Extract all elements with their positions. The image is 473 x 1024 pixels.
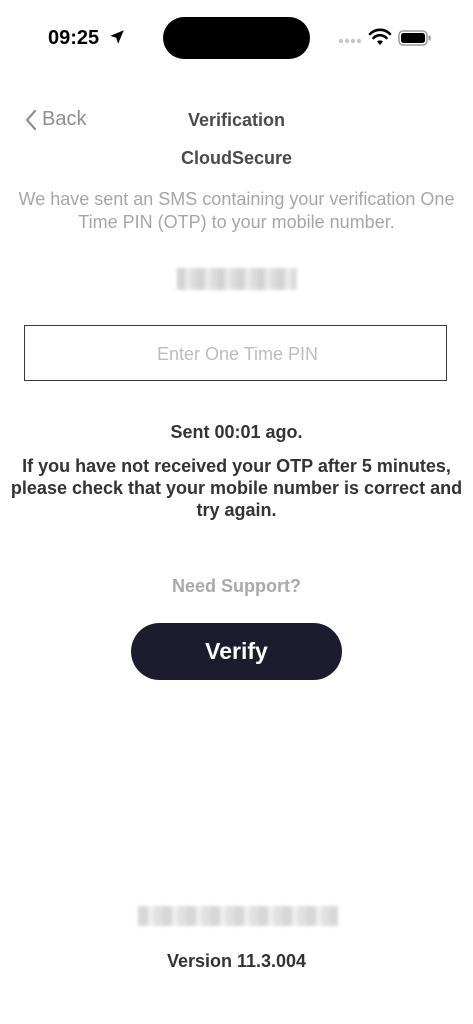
verification-screen: 09:25 Back Verification CloudSecure We h… [0, 0, 473, 1024]
sent-timer-text: Sent 00:01 ago. [170, 422, 303, 442]
sms-info-text: We have sent an SMS containing your veri… [18, 189, 455, 232]
masked-mobile-number [177, 268, 297, 290]
app-name: CloudSecure [180, 148, 293, 168]
verify-button[interactable]: Verify [131, 623, 342, 680]
battery-icon [398, 30, 431, 46]
version-text: Version 11.3.004 [166, 951, 307, 971]
dynamic-island [163, 17, 310, 59]
otp-notice-text: If you have not received your OTP after … [10, 456, 463, 520]
cellular-signal-icon [338, 38, 362, 44]
otp-input[interactable] [25, 326, 450, 382]
wifi-icon [368, 28, 392, 45]
otp-field-container [24, 325, 450, 382]
status-time: 09:25 [48, 27, 100, 49]
location-arrow-icon [110, 30, 124, 44]
page-title: Verification [187, 110, 286, 130]
masked-footer-info [138, 906, 338, 926]
need-support-link[interactable]: Need Support? [0, 576, 473, 597]
